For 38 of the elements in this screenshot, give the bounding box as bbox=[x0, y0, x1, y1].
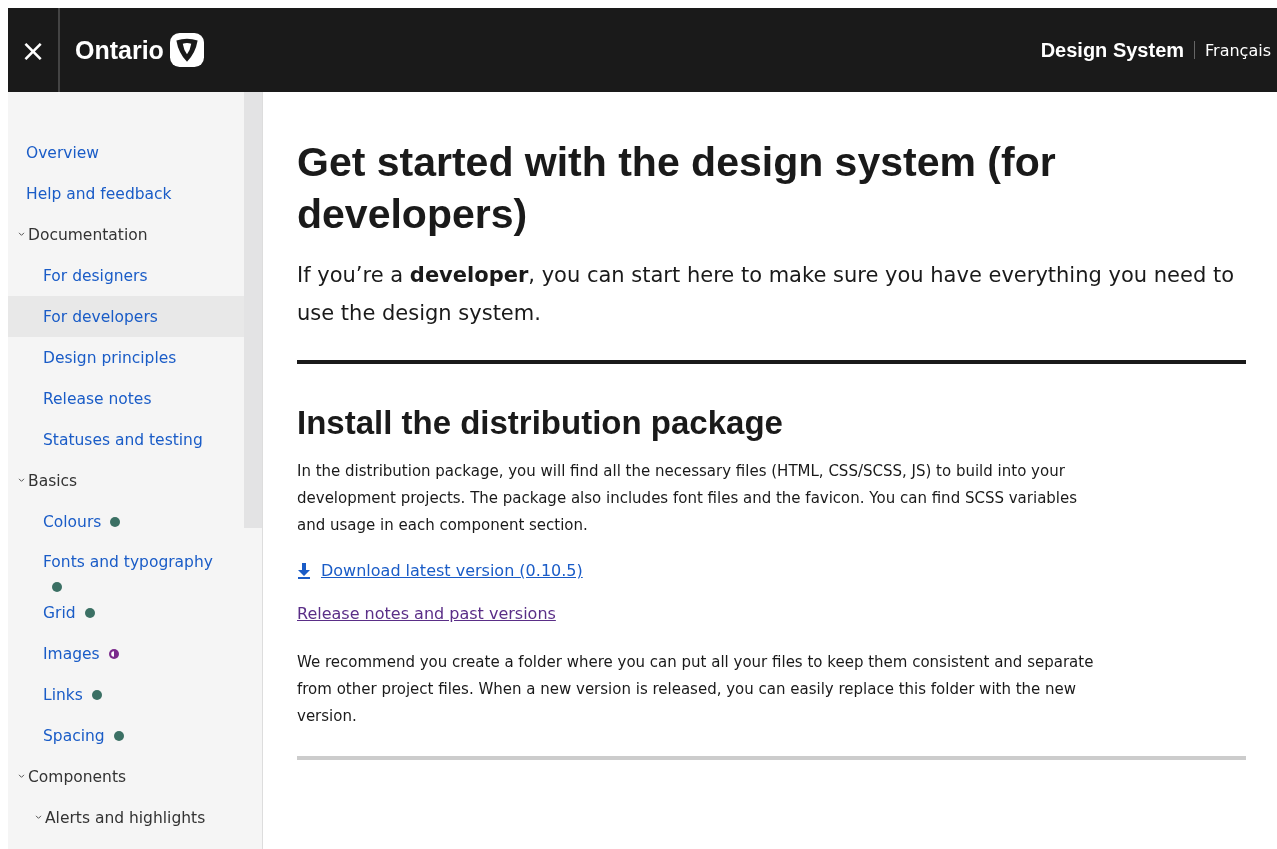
nav-item[interactable]: Colours bbox=[8, 501, 244, 542]
caret-icon bbox=[18, 232, 25, 237]
nav-item[interactable]: For designers bbox=[8, 255, 244, 296]
download-link[interactable]: Download latest version (0.10.5) bbox=[297, 561, 583, 580]
nav-item[interactable]: Links bbox=[8, 674, 244, 715]
nav-section-label: Basics bbox=[28, 471, 78, 490]
nav-section-label: Alerts and highlights bbox=[45, 808, 206, 827]
lead-paragraph: If you’re a developer, you can start here to make sure you have everything you need to use the design system. bbox=[297, 262, 1235, 327]
section-heading: Install the distribution package bbox=[297, 404, 784, 442]
recommendation-paragraph: We recommend you create a folder where you can put all your files to keep them consistent and separate from other project files. When a new version is released, you can easily replace this folder with the new version. bbox=[297, 652, 1095, 727]
caret-icon bbox=[18, 774, 25, 779]
caret-icon bbox=[35, 815, 42, 820]
site-title: Design System bbox=[1040, 38, 1185, 62]
nav-item[interactable]: Spacing bbox=[8, 715, 244, 756]
nav-section-toggle[interactable]: Components bbox=[8, 756, 244, 797]
nav-item[interactable]: Grid bbox=[8, 592, 244, 633]
nav-item[interactable]: For developers bbox=[8, 296, 244, 337]
nav-item[interactable]: Help and feedback bbox=[8, 173, 244, 214]
page-title: Get started with the design system (for developers) bbox=[297, 138, 1057, 239]
nav-item[interactable]: Fonts and typography bbox=[8, 542, 244, 592]
nav-item[interactable]: Overview bbox=[8, 132, 244, 173]
nav-section-label: Documentation bbox=[28, 225, 148, 244]
nav-section-toggle[interactable]: Basics bbox=[8, 460, 244, 501]
intro-paragraph: In the distribution package, you will find all the necessary files (HTML, CSS/SCSS, JS) to build into your development projects. The package also includes font files and the favicon. You can find SCSS variables and usage in each component section. bbox=[297, 461, 1079, 536]
scrollbar-thumb[interactable] bbox=[244, 92, 262, 528]
nav-item[interactable]: Statuses and testing bbox=[8, 419, 244, 460]
nav-section-toggle[interactable]: Documentation bbox=[8, 214, 244, 255]
nav-section-toggle[interactable]: Alerts and highlights bbox=[8, 797, 244, 838]
download-icon bbox=[297, 562, 311, 579]
trillium-logo-icon bbox=[169, 33, 204, 67]
nav-item[interactable]: Release notes bbox=[8, 378, 244, 419]
nav-item[interactable]: Design principles bbox=[8, 337, 244, 378]
caret-icon bbox=[18, 478, 25, 483]
nav-section-label: Components bbox=[28, 767, 127, 786]
language-link[interactable]: Français bbox=[1205, 40, 1271, 60]
nav-item[interactable]: Images bbox=[8, 633, 244, 674]
release-notes-link[interactable]: Release notes and past versions bbox=[297, 604, 556, 623]
logo-text: Ontario bbox=[75, 35, 164, 65]
